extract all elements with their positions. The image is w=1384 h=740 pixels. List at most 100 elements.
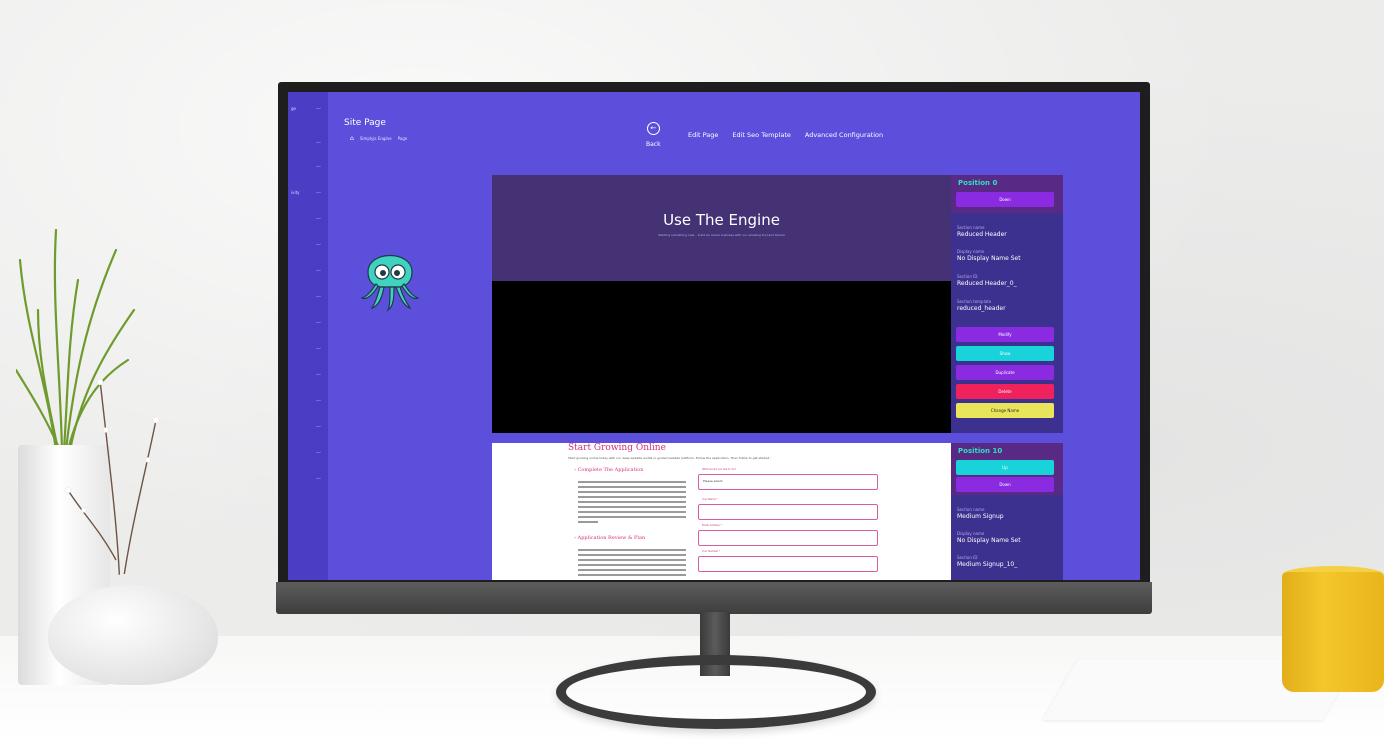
hero-title: Use The Engine [663, 211, 780, 229]
chevron-icon: — [316, 398, 321, 404]
panel-head: Position 0 Down [951, 175, 1063, 213]
modify-button[interactable]: Modify [956, 327, 1054, 342]
meta-value: Reduced Header [957, 231, 1007, 238]
email-field[interactable] [698, 530, 878, 546]
field-label: Your Number * [702, 550, 721, 553]
chevron-icon: — [316, 294, 321, 300]
number-field[interactable] [698, 556, 878, 572]
panel-head: Position 10 Up Down [951, 443, 1063, 495]
home-icon[interactable]: ⌂ [350, 135, 354, 142]
field-label: Email Address * [702, 524, 722, 527]
advanced-configuration-link[interactable]: Advanced Configuration [805, 131, 883, 139]
meta-value: reduced_header [957, 305, 1006, 312]
breadcrumb-item-engine[interactable]: Simplyjs Engine [360, 136, 392, 141]
text-line [578, 486, 686, 488]
chevron-icon: — [316, 164, 321, 170]
text-line [578, 521, 598, 523]
meta-key: Display name [957, 531, 985, 536]
signup-intro: Start growing online today with our deep… [568, 456, 772, 460]
text-line [578, 559, 686, 561]
position-title: Position 0 [958, 179, 998, 187]
chevron-icon: — [316, 372, 321, 378]
sidebar: ge — — — ivity — — — — — — — — — — — — [288, 92, 328, 580]
meta-value: Reduced Header_0_ [957, 280, 1017, 287]
text-line [578, 506, 686, 508]
page-title: Site Page [344, 118, 386, 128]
text-line [578, 496, 686, 498]
meta-key: Section name [957, 225, 985, 230]
meta-key: Section name [957, 507, 985, 512]
chevron-icon: — [316, 450, 321, 456]
back-label: Back [646, 141, 661, 148]
chevron-icon: — [316, 242, 321, 248]
chevron-icon: — [316, 268, 321, 274]
sidebar-item-label: ge [291, 106, 296, 111]
sidebar-item[interactable]: ge — [291, 106, 325, 112]
video-block[interactable] [492, 281, 951, 433]
down-button[interactable]: Down [956, 192, 1054, 207]
section-panel-0: Position 0 Down Section name Reduced Hea… [951, 175, 1063, 433]
meta-value: Medium Signup [957, 513, 1004, 520]
text-line [578, 574, 686, 576]
meta-value: No Display Name Set [957, 255, 1021, 262]
signup-step-1: › Complete The Application [574, 467, 644, 473]
chevron-icon: — [316, 216, 321, 222]
signup-step-2: › Application Review & Plan [574, 535, 646, 541]
field-label: Your Name * [702, 498, 718, 501]
text-line [578, 569, 686, 571]
vase [48, 585, 218, 685]
meta-value: No Display Name Set [957, 537, 1021, 544]
text-line [578, 564, 686, 566]
coffee-mug [1282, 572, 1384, 692]
monitor-base [556, 655, 876, 729]
back-button[interactable]: ← Back [646, 122, 661, 148]
meta-value: Medium Signup_10_ [957, 561, 1018, 568]
select-field[interactable]: Please select [698, 474, 878, 490]
breadcrumb: ⌂ Simplyjs Engine Page [350, 135, 407, 142]
monitor-chin [276, 582, 1152, 614]
signup-step-2-label: Application Review & Plan [577, 535, 646, 541]
text-line [578, 481, 686, 483]
chevron-icon: — [316, 190, 321, 196]
delete-button[interactable]: Delete [956, 384, 1054, 399]
signup-section-preview: Start Growing Online Start growing onlin… [492, 443, 951, 580]
meta-key: Section ID [957, 274, 978, 279]
cherry-branches [64, 378, 160, 590]
meta-key: Section template [957, 299, 992, 304]
octopus-logo [360, 254, 420, 312]
duplicate-button[interactable]: Duplicate [956, 365, 1054, 380]
edit-seo-template-link[interactable]: Edit Seo Template [732, 131, 790, 139]
sidebar-item[interactable]: ivity — [291, 190, 325, 196]
chevron-icon: — [316, 346, 321, 352]
signup-title: Start Growing Online [568, 443, 666, 453]
text-line [578, 516, 686, 518]
down-button[interactable]: Down [956, 477, 1054, 492]
field-label: What would you like to do? [702, 468, 736, 471]
text-line [578, 554, 686, 556]
text-line [578, 501, 686, 503]
text-line [578, 511, 686, 513]
top-links: Edit Page Edit Seo Template Advanced Con… [688, 131, 883, 139]
chevron-icon: — [316, 320, 321, 326]
hero-subtitle: Starting something new... build an onlin… [658, 233, 785, 237]
up-button[interactable]: Up [956, 460, 1054, 475]
change-name-button[interactable]: Change Name [956, 403, 1054, 418]
signup-step-1-label: Complete The Application [577, 467, 644, 473]
breadcrumb-item-page: Page [397, 136, 408, 141]
position-title: Position 10 [958, 447, 1003, 455]
text-line [578, 491, 686, 493]
meta-key: Display name [957, 249, 985, 254]
chevron-icon: — [316, 424, 321, 430]
chevron-icon: — [316, 476, 321, 482]
hero-section-preview: Use The Engine Starting something new...… [492, 175, 951, 281]
chevron-icon: — [316, 140, 321, 146]
app-screen: ge — — — ivity — — — — — — — — — — — — Site Page ⌂ Simpl… [288, 92, 1140, 580]
text-line [578, 549, 686, 551]
sidebar-item-label: ivity [291, 190, 300, 195]
chevron-icon: — [316, 106, 321, 112]
meta-key: Section ID [957, 555, 978, 560]
edit-page-link[interactable]: Edit Page [688, 131, 718, 139]
show-button[interactable]: Show [956, 346, 1054, 361]
back-arrow-icon: ← [646, 122, 660, 135]
name-field[interactable] [698, 504, 878, 520]
